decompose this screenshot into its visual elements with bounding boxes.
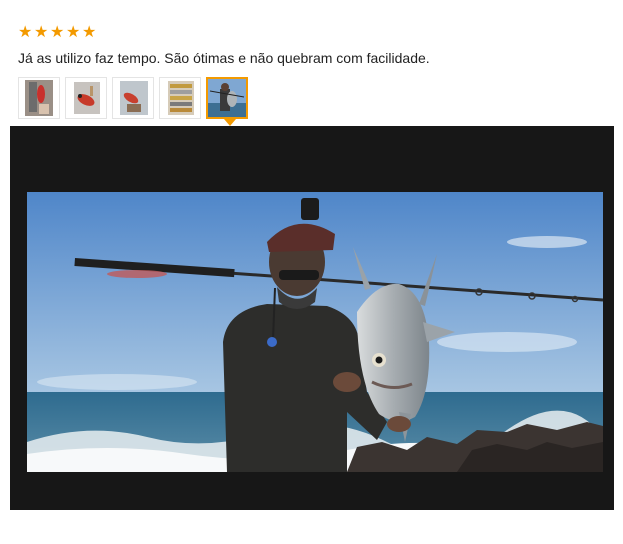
lure-box-thumbnail <box>168 81 194 115</box>
star-icon: ★ <box>34 24 49 41</box>
review-text: Já as utilizo faz tempo. São ótimas e nã… <box>18 50 430 66</box>
thumbnail-1[interactable] <box>18 77 60 119</box>
thumbnail-5[interactable] <box>206 77 248 119</box>
star-rating: ★ ★ ★ ★ ★ <box>18 25 97 41</box>
lure-package-thumbnail <box>120 81 148 115</box>
thumbnail-4[interactable] <box>159 77 201 119</box>
thumbnail-2[interactable] <box>65 77 107 119</box>
selected-thumbnail-indicator <box>224 119 236 126</box>
fisherman-photo <box>27 192 603 472</box>
red-lure-thumbnail <box>74 82 100 114</box>
thumbnail-3[interactable] <box>112 77 154 119</box>
star-icon: ★ <box>18 24 33 41</box>
thumbnail-strip <box>18 77 248 119</box>
review-photo[interactable] <box>27 192 603 472</box>
star-icon: ★ <box>66 24 81 41</box>
star-icon: ★ <box>50 24 65 41</box>
star-icon: ★ <box>82 24 97 41</box>
lure-on-hand-thumbnail <box>25 80 53 116</box>
image-viewer <box>10 126 614 510</box>
fisherman-with-fish-thumbnail <box>208 79 246 117</box>
